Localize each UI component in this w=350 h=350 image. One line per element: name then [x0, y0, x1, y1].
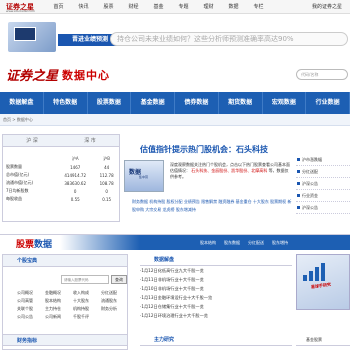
market-tabs: 沪 深 深 市 [3, 135, 119, 147]
my-stockstar-link[interactable]: 我的证券之星 [312, 3, 342, 10]
headline-title[interactable]: 估值指针提示热门股机会：石头科技 [140, 144, 268, 155]
table-header: 沪B [103, 156, 111, 161]
nav-item[interactable]: 股票数据 [88, 92, 132, 114]
list-item[interactable]: ·1月12日化低高行业九大千股一览 [140, 266, 292, 275]
grid-link[interactable]: 主力持仓 [45, 305, 73, 313]
section-title: 股票数据 [16, 240, 53, 250]
table-row: 总市值(亿元) 414914.72 112.78 [6, 172, 114, 178]
list-item[interactable]: 沪深公告 [296, 178, 350, 190]
nav-item[interactable]: 行业数据 [306, 92, 350, 114]
panel-title: 数据解盘 [140, 254, 292, 266]
main-nav: 数据解盘 特色数据 股票数据 基金数据 债券数据 期货数据 宏观数据 行业数据 [0, 92, 350, 114]
page-title: 数据中心 [62, 69, 110, 82]
table-row: 流通市值(亿元) 383630.62 108.78 [6, 180, 114, 186]
market-table: 沪A 沪B 股票数量 1467 44 总市值(亿元) 414914.72 112… [3, 155, 119, 203]
section-header: 股票数据 股本结构 股东数据 分红配送 股东增持 [0, 234, 350, 250]
news-list: ·1月12日化低高行业九大千股一览 ·1月11日非机场行业十大千股一览 ·1月1… [140, 266, 292, 320]
main-force-header[interactable]: 主力研究 [140, 334, 292, 346]
section-link[interactable]: 股东增持 [272, 240, 288, 246]
nav-item[interactable]: 期货数据 [219, 92, 263, 114]
tab-sh[interactable]: 沪 深 [3, 137, 61, 144]
top-bar: 证券之星 www.stockstar.com 首页 快讯 股票 财经 基金 专题… [0, 0, 350, 14]
data-analysis-panel: 数据解盘 ·1月12日化低高行业九大千股一览 ·1月11日非机场行业十大千股一览… [140, 254, 292, 334]
list-item[interactable]: 沪市涨跌幅 [296, 154, 350, 166]
market-summary-box: 沪 深 深 市 沪A 沪B 股票数量 1467 44 总市值(亿元) 41491… [2, 134, 120, 222]
nav-item[interactable]: 基金数据 [131, 92, 175, 114]
nav-item[interactable]: 债券数据 [175, 92, 219, 114]
data-camp-image[interactable]: 数据 集中营 [124, 160, 164, 192]
top-nav-item[interactable]: 专栏 [246, 3, 271, 10]
site-url: www.stockstar.com [6, 9, 35, 13]
grid-link[interactable]: 分红送配 [101, 289, 129, 297]
query-button[interactable]: 查询 [111, 275, 127, 284]
list-item[interactable]: 分红送配 [296, 166, 350, 178]
grid-link[interactable]: 公司公告 [17, 313, 45, 321]
ad-bars-icon [303, 263, 325, 281]
ad-search-box[interactable]: 持仓公司未来业绩如何？这些分析师预测准确率高达90% [110, 32, 348, 46]
list-item[interactable]: ·1月11日非机场行业十大千股一览 [140, 275, 292, 284]
brand-bar: 证券之星 数据中心 代码/名称 [0, 60, 350, 92]
grid-link[interactable]: 公司新闻 [45, 313, 73, 321]
grid-link[interactable]: 金融概况 [45, 289, 73, 297]
top-nav-item[interactable]: 快讯 [71, 3, 96, 10]
financial-indicators-header[interactable]: 财务指标 [2, 334, 128, 346]
section-link[interactable]: 分红配送 [248, 240, 264, 246]
right-link-list: 沪市涨跌幅 分红送配 沪深公告 行业资金 沪深公告 [296, 154, 350, 226]
stock-links-grid: 公司概况 金融概况 收入构成 分红送配 公司高管 股本结构 十大股东 流通股东 … [17, 289, 129, 321]
tab-sz[interactable]: 深 市 [61, 137, 119, 144]
table-row: 7日均新股数 0 0 [6, 188, 108, 194]
section-sub-links: 股本结构 股东数据 分红配送 股东增持 [200, 240, 288, 246]
grid-link[interactable]: 千股千评 [73, 313, 101, 321]
top-nav-item[interactable]: 基金 [146, 3, 171, 10]
top-nav-item[interactable]: 理财 [196, 3, 221, 10]
list-item[interactable]: ·1月10日非机场行业十大千股一览 [140, 284, 292, 293]
table-row: 每股收益 0.55 0.15 [6, 196, 112, 202]
section-link[interactable]: 股东数据 [224, 240, 240, 246]
brand-logo[interactable]: 证券之星 [6, 65, 58, 84]
list-item[interactable]: ·1月12日仓储集行业十大千股一览 [140, 302, 292, 311]
top-nav-item[interactable]: 首页 [46, 3, 71, 10]
top-nav-item[interactable]: 股票 [96, 3, 121, 10]
grid-link[interactable]: 股本结构 [45, 297, 73, 305]
top-nav-item[interactable]: 财经 [121, 3, 146, 10]
nav-item[interactable]: 数据解盘 [0, 92, 44, 114]
grid-link[interactable]: 机构持股 [73, 305, 101, 313]
quick-links[interactable]: 财务数据 机构持股 股权分配 业绩预告 限售解禁 融资融券 基金重仓 十大股东 … [132, 198, 292, 214]
sub-nav: 首页 > 数据中心 [0, 114, 350, 126]
grid-link[interactable]: 收入构成 [73, 289, 101, 297]
ad-computer-image [8, 22, 56, 52]
top-nav: 首页 快讯 股票 财经 基金 专题 理财 数据 专栏 [46, 3, 271, 10]
list-item[interactable]: ·1月12日环境治理行业十大千股一览 [140, 311, 292, 320]
top-nav-item[interactable]: 专题 [171, 3, 196, 10]
ad-banner[interactable]: 晋进业绩预测 持仓公司未来业绩如何？这些分析师预测准确率高达90% [0, 16, 350, 58]
grid-link[interactable]: 关联个股 [17, 305, 45, 313]
panel-title: 个股宝典 [3, 255, 127, 267]
grid-link[interactable]: 财务分析 [101, 305, 129, 313]
list-item[interactable]: ·1月13日金融环境设行业十大千股一览 [140, 293, 292, 302]
search-input[interactable]: 代码/名称 [296, 69, 348, 80]
side-ad[interactable]: 星球手研究 [296, 254, 350, 310]
top-nav-item[interactable]: 数据 [221, 3, 246, 10]
section-link[interactable]: 股本结构 [200, 240, 216, 246]
headline-text: 深度观察数据关注热门个股机会，点击以下热门股票查看公司基本面估值情况： 石头科技… [170, 162, 290, 179]
grid-link[interactable]: 公司概况 [17, 289, 45, 297]
nav-item[interactable]: 宏观数据 [263, 92, 307, 114]
table-row: 股票数量 1467 44 [6, 164, 110, 170]
grid-link[interactable]: 十大股东 [73, 297, 101, 305]
stock-code-input[interactable]: 请输入股票代码 [61, 275, 109, 284]
breadcrumb[interactable]: 首页 > 数据中心 [3, 117, 33, 123]
table-header [3, 155, 56, 163]
hot-stock-links[interactable]: 石头科技、金辰股份、凯华股份、北摩高科 [191, 168, 267, 173]
nav-item[interactable]: 特色数据 [44, 92, 88, 114]
grid-link[interactable]: 流通股东 [101, 297, 129, 305]
list-item[interactable]: 行业资金 [296, 190, 350, 202]
side-ad-text: 星球手研究 [310, 281, 332, 290]
grid-link[interactable]: 公司高管 [17, 297, 45, 305]
fund-stocks-link[interactable]: 基金股票 [296, 334, 350, 346]
list-item[interactable]: 沪深公告 [296, 202, 350, 214]
table-header: 沪A [71, 156, 79, 161]
